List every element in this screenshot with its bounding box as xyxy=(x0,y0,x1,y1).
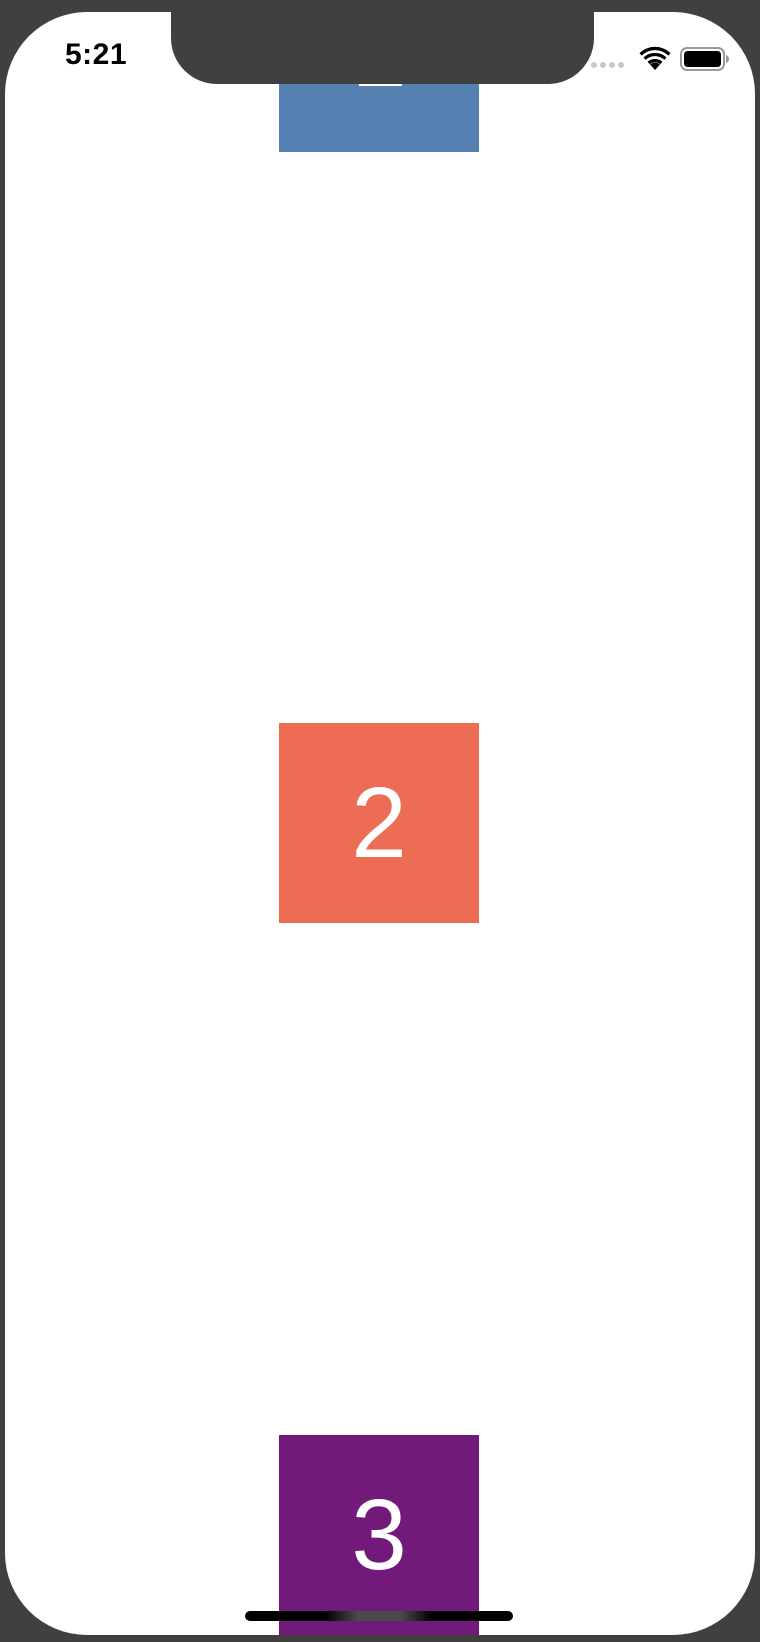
device-frame: 5:21 1 2 3 xyxy=(0,0,760,1642)
battery-icon xyxy=(680,47,729,71)
block-2-label: 2 xyxy=(351,767,407,879)
home-indicator[interactable] xyxy=(245,1611,513,1621)
wifi-icon xyxy=(639,46,671,70)
app-screen[interactable]: 5:21 1 2 3 xyxy=(5,12,755,1635)
block-3-label: 3 xyxy=(351,1479,407,1591)
cellular-signal-dots-icon xyxy=(591,62,624,68)
numbered-block-3[interactable]: 3 xyxy=(279,1435,479,1635)
numbered-block-2[interactable]: 2 xyxy=(279,723,479,923)
status-bar-time: 5:21 xyxy=(65,38,128,71)
device-notch xyxy=(171,12,594,84)
